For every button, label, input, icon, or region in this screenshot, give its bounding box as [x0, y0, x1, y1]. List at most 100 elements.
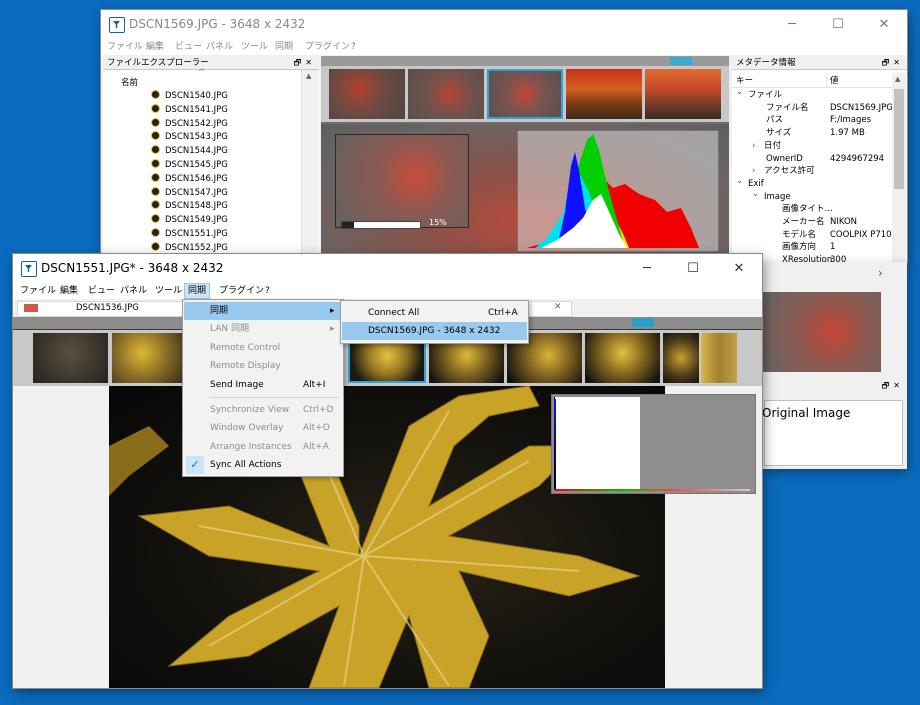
metadata-row[interactable]: 画像方向 1 [732, 241, 892, 254]
menu-edit[interactable]: 編集 [57, 283, 81, 299]
thumbnail[interactable] [701, 333, 737, 383]
file-list-item[interactable]: DSCN1547.JPG [151, 186, 228, 200]
sync-menu-item-2[interactable]: Remote Control [184, 339, 342, 357]
menu-help[interactable]: ? [262, 283, 273, 299]
file-name: DSCN1551.JPG [165, 229, 228, 239]
file-list-item[interactable]: DSCN1543.JPG [151, 131, 228, 144]
side-preview-image[interactable] [762, 292, 881, 372]
sync-menu-item-0[interactable]: 同期 ▸ [184, 302, 342, 320]
menu-help[interactable]: ? [348, 39, 359, 55]
minimize-icon[interactable]: ─ [624, 254, 670, 284]
metadata-row[interactable]: › アクセス許可 [732, 165, 892, 178]
file-list-item[interactable]: DSCN1540.JPG [151, 90, 228, 103]
maximize-icon[interactable]: ☐ [815, 10, 861, 40]
file-list-item[interactable]: DSCN1545.JPG [151, 159, 228, 172]
chevron-down-icon[interactable]: ⌄ [752, 188, 759, 201]
scroll-right-icon[interactable]: › [878, 266, 883, 280]
metadata-row[interactable]: ファイル名 DSCN1569.JPG [732, 102, 892, 115]
app-icon [21, 261, 37, 277]
metadata-value: 300 [830, 255, 847, 262]
file-list-item[interactable]: DSCN1552.JPG [151, 241, 228, 255]
thumbnail[interactable] [329, 69, 405, 119]
sync-menu-item-6[interactable]: Window Overlay Alt+O [184, 419, 342, 437]
menu-sync[interactable]: 同期 [184, 283, 211, 299]
chevron-down-icon[interactable]: ⌄ [736, 175, 743, 188]
sync-menu-item-1[interactable]: LAN 同期 ▸ [184, 320, 342, 338]
sync-menu-item-4[interactable]: Send Image Alt+I [184, 376, 342, 394]
column-key[interactable]: キー [736, 74, 753, 86]
tab-close-icon[interactable]: ✕ [554, 302, 562, 312]
file-list-item[interactable]: DSCN1546.JPG [151, 172, 228, 186]
original-image-panel: Original Image [762, 400, 903, 466]
file-list-item[interactable]: DSCN1549.JPG [151, 214, 228, 227]
thumbnail[interactable] [663, 333, 699, 383]
check-icon: ✓ [186, 456, 204, 474]
instance-item-dscn1569[interactable]: DSCN1569.JPG - 3648 x 2432 [342, 322, 527, 340]
menu-file[interactable]: ファイル [17, 283, 59, 299]
metadata-row[interactable]: › 日付 [732, 140, 892, 153]
menu-plugin[interactable]: プラグイン [216, 283, 267, 299]
sync-menu-item-3[interactable]: Remote Display [184, 357, 342, 375]
sync-menu-item-7[interactable]: Arrange Instances Alt+A [184, 438, 342, 456]
menu-item-label: Remote Display [210, 361, 281, 371]
pin-icon[interactable]: 🗗 [294, 58, 306, 67]
file-name: DSCN1552.JPG [165, 242, 228, 253]
h-scroll[interactable]: › [762, 266, 896, 280]
file-list-item[interactable]: DSCN1544.JPG [151, 145, 228, 158]
close-icon[interactable]: ✕ [861, 10, 907, 40]
panel-close-icon[interactable]: ✕ [893, 381, 904, 390]
image-file-icon [151, 117, 160, 127]
menu-sync[interactable]: 同期 [272, 39, 296, 55]
panel-close-icon[interactable]: ✕ [893, 58, 904, 67]
metadata-row[interactable]: 画像タイト… [732, 203, 892, 216]
file-list-item[interactable]: DSCN1541.JPG [151, 103, 228, 117]
menu-tools[interactable]: ツール [238, 39, 271, 55]
sync-menu-item-5[interactable]: Synchronize View Ctrl+D [184, 401, 342, 419]
side-leaf [109, 426, 169, 496]
metadata-row[interactable]: メーカー名 NIKON [732, 216, 892, 229]
close-icon[interactable]: ✕ [716, 254, 762, 284]
menu-panel[interactable]: パネル [203, 39, 236, 55]
file-list-item[interactable]: DSCN1542.JPG [151, 117, 228, 131]
metadata-scrollbar[interactable]: ▲ [892, 73, 906, 262]
thumbnail[interactable] [645, 69, 721, 119]
metadata-row[interactable]: パス F:/Images [732, 114, 892, 127]
maximize-icon[interactable]: ☐ [670, 254, 716, 284]
thumbnail[interactable] [112, 333, 187, 383]
metadata-value: F:/Images [830, 115, 872, 126]
menu-panel[interactable]: パネル [117, 283, 150, 299]
chevron-down-icon[interactable]: ⌄ [736, 89, 743, 99]
metadata-row[interactable]: OwnerID 4294967294 [732, 153, 892, 166]
back-main-image[interactable]: 15% [321, 124, 729, 262]
thumbnail-selected[interactable] [487, 69, 563, 119]
front-titlebar[interactable]: DSCN1551.JPG* - 3648 x 2432 ─ ☐ ✕ [13, 254, 762, 284]
metadata-row[interactable]: ⌄ ファイル [732, 89, 892, 102]
thumbnail[interactable] [566, 69, 642, 119]
chevron-right-icon[interactable]: › [752, 165, 755, 178]
menu-file[interactable]: ファイル [104, 39, 146, 55]
thumbnail[interactable] [408, 69, 484, 119]
chevron-right-icon[interactable]: › [752, 140, 755, 153]
sync-menu-item-8[interactable]: ✓ Sync All Actions [184, 456, 342, 474]
metadata-row[interactable]: モデル名 COOLPIX P710 [732, 229, 892, 242]
menu-tools[interactable]: ツール [152, 283, 185, 299]
metadata-row[interactable]: ⌄ Image [732, 188, 892, 204]
menu-view[interactable]: ビュー [85, 283, 118, 299]
back-titlebar[interactable]: DSCN1569.JPG - 3648 x 2432 ─ ☐ ✕ [101, 10, 907, 40]
pin-icon[interactable]: 🗗 [882, 58, 894, 67]
thumbnail[interactable] [585, 333, 660, 383]
thumbnail[interactable] [33, 333, 108, 383]
metadata-row[interactable]: サイズ 1.97 MB [732, 127, 892, 140]
column-value[interactable]: 値 [830, 74, 839, 86]
menu-edit[interactable]: 編集 [143, 39, 167, 55]
file-list-item[interactable]: DSCN1548.JPG [151, 200, 228, 213]
pin-icon[interactable]: 🗗 [882, 381, 894, 390]
menu-plugin[interactable]: プラグイン [302, 39, 353, 55]
menu-view[interactable]: ビュー [172, 39, 205, 55]
minimize-icon[interactable]: ─ [769, 10, 815, 40]
explorer-scrollbar[interactable]: ▲ [301, 70, 318, 262]
connect-all-item[interactable]: Connect All Ctrl+A [342, 304, 527, 322]
panel-close-icon[interactable]: ✕ [305, 58, 316, 67]
file-list-item[interactable]: DSCN1551.JPG [151, 228, 228, 241]
column-header-name[interactable]: 名前 [121, 76, 138, 88]
